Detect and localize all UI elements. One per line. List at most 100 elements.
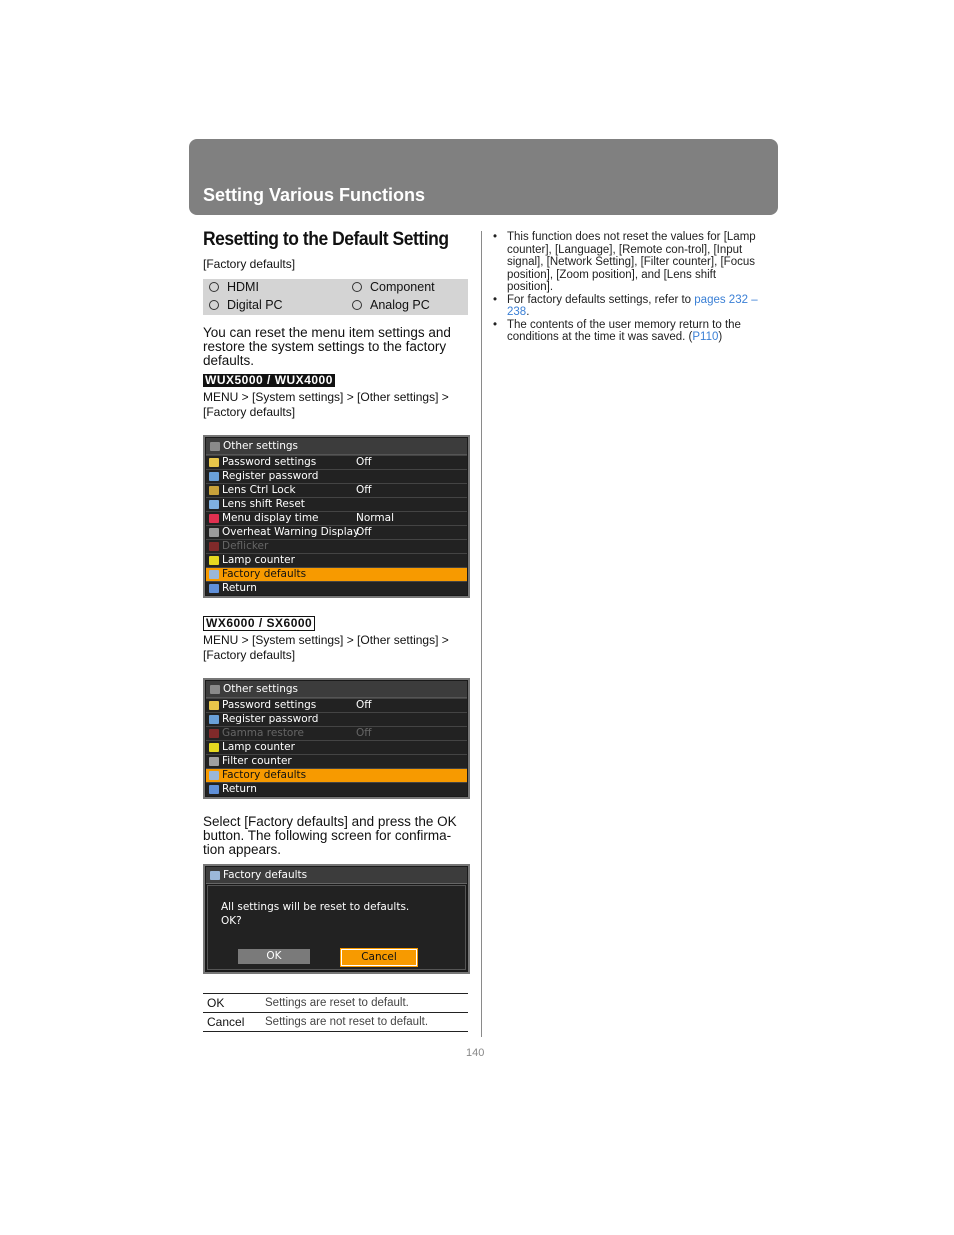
osd-row-label-wrap: Return [209,582,354,595]
input-component: Component [352,280,435,294]
section-title: Setting Various Functions [203,185,426,205]
osd-row-label-wrap: Register password [209,470,354,483]
osd-menu-row[interactable]: Menu display time Normal [206,511,467,525]
table-row: OK Settings are reset to default. [203,993,468,1013]
osd-menu-row[interactable]: Lamp counter [206,740,467,754]
osd-menu-row[interactable]: Factory defaults [206,567,467,581]
model-badge: WX6000 / SX6000 [203,616,316,631]
osd-row-label: Return [222,783,257,795]
input-hdmi: HDMI [209,280,259,294]
main-column: Resetting to the Default Setting [Factor… [203,228,470,1032]
osd-menu-row[interactable]: Password settings Off [206,455,467,469]
osd-title: Other settings [223,440,299,452]
input-source-box: HDMI Component Digital PC Analog PC [203,279,468,315]
model-badge: WUX5000 / WUX4000 [203,373,335,387]
input-label: Component [370,280,435,294]
note-text-part: . [526,306,530,318]
osd-menu-row[interactable]: Return [206,581,467,595]
osd-row-label: Deflicker [222,540,269,552]
table-desc: Settings are not reset to default. [261,1012,468,1032]
osd-menu-row[interactable]: Factory defaults [206,768,467,782]
osd-row-label-wrap: Lens shift Reset [209,498,354,511]
osd-row-label: Filter counter [222,755,292,767]
dialog-message-line: OK? [221,915,242,927]
dialog-message-line: All settings will be reset to defaults. [221,901,410,913]
result-table: OK Settings are reset to default. Cancel S… [203,993,468,1032]
osd-row-label: Password settings [222,456,317,468]
ok-key-label: OK [437,814,457,829]
table-desc: Settings are reset to default. [261,993,468,1013]
osd-row-value: Off [356,456,372,468]
p110-link[interactable]: P110 [692,331,718,343]
osd-menu-row[interactable]: Register password [206,469,467,483]
osd-row-label: Factory defaults [222,568,307,580]
gamma-icon [209,729,219,738]
osd-row-label: Return [222,582,257,594]
note-text: This function does not reset the values … [507,231,756,293]
osd-row-value: Off [356,526,372,538]
osd-menu-row[interactable]: Lens Ctrl Lock Off [206,483,467,497]
dialog-title: Factory defaults [223,869,308,881]
input-label: HDMI [227,280,259,294]
osd-menu-row[interactable]: Password settings Off [206,698,467,712]
note-text: The contents of the user memory return t… [507,319,763,344]
key-icon [209,458,219,467]
note-item: • The contents of the user memory return… [493,319,763,344]
radio-icon [352,300,362,310]
dialog-cancel-button[interactable]: Cancel [341,949,417,966]
osd-row-label-wrap: Password settings [209,456,354,469]
osd-menu-row[interactable]: Lens shift Reset [206,497,467,511]
dialog-ok-button[interactable]: OK [238,949,310,964]
section-header: Setting Various Functions [189,139,778,215]
osd-row-label-wrap: Overheat Warning Display [209,526,359,539]
osd-row-label: Lamp counter [222,741,295,753]
osd-row-label-wrap: Register password [209,713,354,726]
osd-row-label: Lens Ctrl Lock [222,484,296,496]
page-number: 140 [466,1047,485,1059]
input-digital-pc: Digital PC [209,298,283,312]
factory-icon [210,870,220,880]
radio-icon [352,282,362,292]
input-label: Analog PC [370,298,430,312]
radio-icon [209,282,219,292]
lens-shift-icon [209,500,219,509]
osd-row-label: Register password [222,713,319,725]
osd-row-label: Menu display time [222,512,319,524]
note-text-part: ) [718,331,723,343]
osd-title-bar: Other settings [206,438,467,455]
osd-row-value: Off [356,727,372,739]
osd-row-label: Overheat Warning Display [222,526,360,538]
return-icon [209,785,219,794]
osd-menu-row[interactable]: Lamp counter [206,553,467,567]
osd-row-label: Lens shift Reset [222,498,305,510]
lamp-icon [209,556,219,565]
lens-lock-icon [209,486,219,495]
osd-row-label-wrap: Factory defaults [209,769,354,782]
osd-menu-row[interactable]: Deflicker [206,539,467,553]
lamp-icon [209,743,219,752]
overheat-icon [209,528,219,537]
radio-icon [209,300,219,310]
table-row: Cancel Settings are not reset to default. [203,1012,468,1032]
note-item: • For factory defaults settings, refer t… [493,294,763,319]
table-key: Cancel [203,1012,261,1032]
instruction-text: button. The following screen for confirm… [203,828,452,857]
settings-icon [210,441,220,451]
osd-menu-row[interactable]: Overheat Warning Display Off [206,525,467,539]
osd-menu-row[interactable]: Register password [206,712,467,726]
settings-icon [210,684,220,694]
password-icon [209,715,219,724]
note-text-part: For factory defaults settings, refer to [507,293,695,306]
intro-paragraph: You can reset the menu item settings and… [203,325,451,368]
menu-item-name: [Factory defaults] [203,257,296,271]
osd-menu-row[interactable]: Gamma restore Off [206,726,467,740]
password-icon [209,472,219,481]
osd-title-bar: Other settings [206,681,467,698]
osd-row-label-wrap: Lens Ctrl Lock [209,484,354,497]
instruction-text: Select [Factory defaults] and press the [203,814,438,829]
osd-menu-row[interactable]: Filter counter [206,754,467,768]
osd-row-label-wrap: Deflicker [209,540,354,553]
osd-menu-row[interactable]: Return [206,782,467,796]
osd-row-label: Register password [222,470,319,482]
osd-row-label-wrap: Factory defaults [209,568,354,581]
